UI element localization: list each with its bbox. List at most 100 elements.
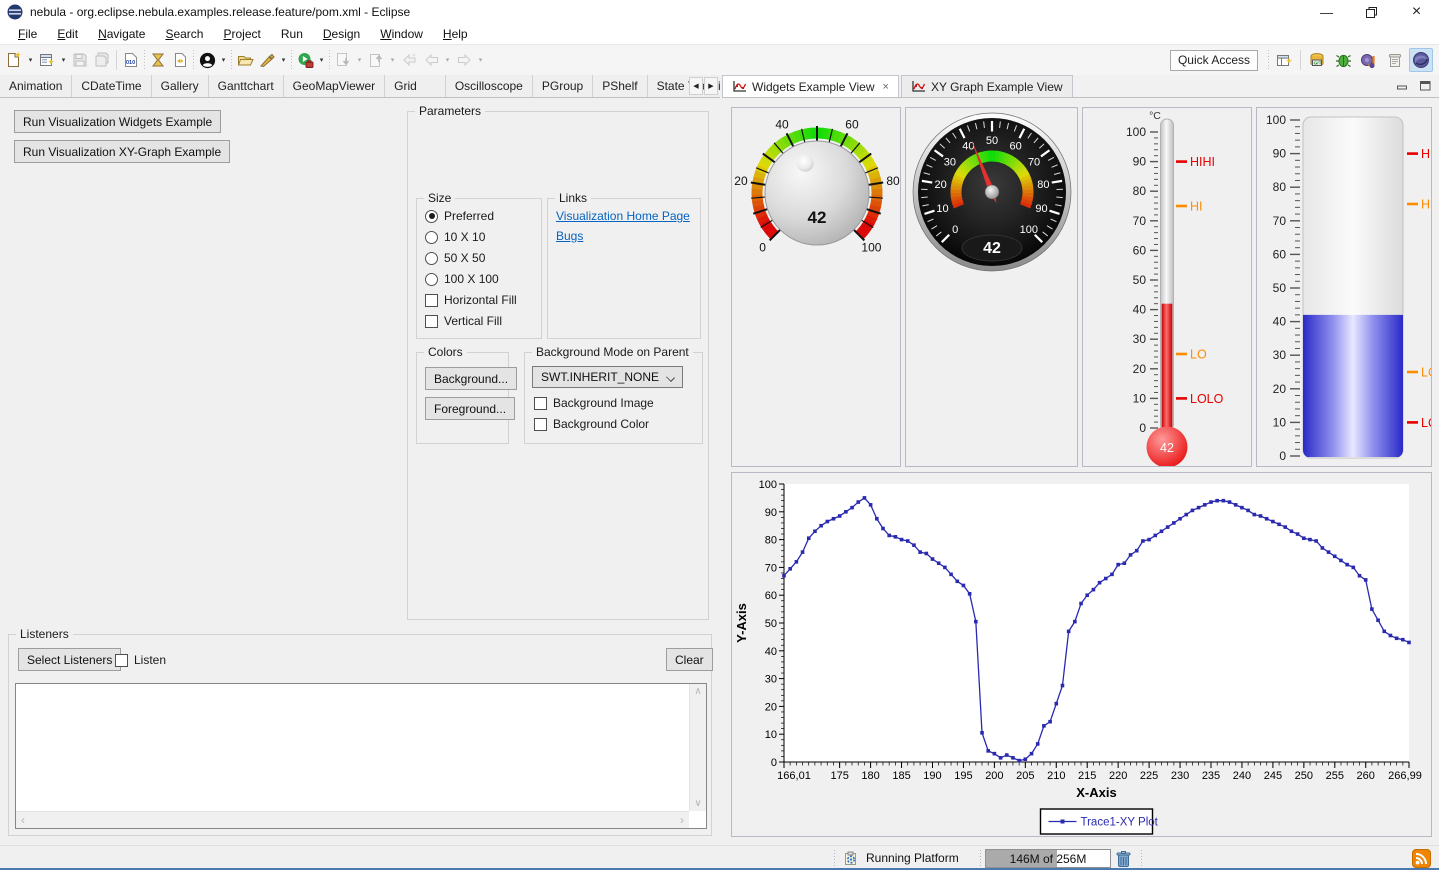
xy-graph-icon <box>732 80 747 93</box>
nebula-perspective-icon[interactable] <box>1409 48 1433 72</box>
scroll-right-icon[interactable]: › <box>680 813 684 827</box>
svg-text:0: 0 <box>759 240 766 254</box>
open-resource-icon[interactable] <box>169 49 191 71</box>
gauge-widget[interactable]: 010203040506070809010042 <box>905 107 1078 467</box>
svg-text:60: 60 <box>1133 243 1147 257</box>
bugs-link[interactable]: Bugs <box>556 229 583 243</box>
heap-label: 146M of 256M <box>986 852 1110 866</box>
menu-file[interactable]: File <box>8 26 47 43</box>
radio-preferred[interactable]: Preferred <box>425 209 494 223</box>
new-icon[interactable] <box>3 49 25 71</box>
scroll-up-icon[interactable]: ∧ <box>694 686 701 697</box>
scroll-left-icon[interactable]: ‹ <box>21 813 25 827</box>
checkbox-listen[interactable]: Listen <box>115 653 166 667</box>
checkbox-label: Horizontal Fill <box>444 293 517 307</box>
user-icon[interactable] <box>196 49 218 71</box>
svg-text:10: 10 <box>936 203 948 215</box>
svg-text:0: 0 <box>771 757 777 769</box>
titlebar: nebula - org.eclipse.nebula.examples.rel… <box>0 0 1439 24</box>
horizontal-scrollbar[interactable]: ‹› <box>16 811 689 828</box>
menu-window[interactable]: Window <box>370 26 433 43</box>
close-button[interactable]: × <box>1394 0 1439 24</box>
xy-graph-widget[interactable]: 0102030405060708090100166,01175180185190… <box>731 472 1432 837</box>
tab-pgroup[interactable]: PGroup <box>533 75 593 97</box>
open-type-icon[interactable] <box>147 49 169 71</box>
run-icon[interactable] <box>294 49 316 71</box>
quick-access-input[interactable]: Quick Access <box>1170 50 1258 71</box>
minimize-view-icon[interactable] <box>1397 80 1408 91</box>
script-perspective-icon[interactable] <box>1383 48 1407 72</box>
foreground-color-button[interactable]: Foreground... <box>425 397 515 420</box>
visualization-home-page-link[interactable]: Visualization Home Page <box>556 209 690 223</box>
parameters-group-title: Parameters <box>415 104 485 118</box>
vertical-scrollbar[interactable]: ∧∨ <box>689 684 706 811</box>
status-separator <box>1140 850 1143 867</box>
tab-oscilloscope[interactable]: Oscilloscope <box>446 75 533 97</box>
menu-design[interactable]: Design <box>313 26 370 43</box>
background-color-button[interactable]: Background... <box>425 367 517 390</box>
restore-button[interactable] <box>1349 0 1394 24</box>
radio-100x100[interactable]: 100 X 100 <box>425 272 499 286</box>
debug-perspective-icon[interactable] <box>1331 48 1355 72</box>
background-mode-dropdown[interactable]: SWT.INHERIT_NONE <box>532 366 683 388</box>
garbage-collect-icon[interactable] <box>1115 850 1132 868</box>
menu-search[interactable]: Search <box>155 26 213 43</box>
checkbox-label: Vertical Fill <box>444 314 502 328</box>
new-wizard-icon[interactable] <box>36 49 58 71</box>
eclipse-window: nebula - org.eclipse.nebula.examples.rel… <box>0 0 1439 870</box>
svg-text:HI: HI <box>1190 200 1203 214</box>
checkbox-horizontal-fill[interactable]: Horizontal Fill <box>425 293 517 307</box>
tab-gallery[interactable]: Gallery <box>152 75 209 97</box>
clear-button[interactable]: Clear <box>666 648 713 671</box>
run-xygraph-example-button[interactable]: Run Visualization XY-Graph Example <box>14 140 230 163</box>
select-listeners-button[interactable]: Select Listeners <box>18 648 121 671</box>
binary-file-icon[interactable]: 010 <box>120 49 142 71</box>
tab-xy-graph-example-view[interactable]: XY Graph Example View <box>901 75 1073 97</box>
open-folder-icon[interactable] <box>234 49 256 71</box>
view-tab-label: XY Graph Example View <box>931 80 1063 94</box>
minimize-button[interactable]: — <box>1304 0 1349 24</box>
checkbox-vertical-fill[interactable]: Vertical Fill <box>425 314 502 328</box>
notifications-icon[interactable] <box>1412 849 1431 868</box>
tab-pshelf[interactable]: PShelf <box>593 75 647 97</box>
svg-text:Y-Axis: Y-Axis <box>734 603 749 643</box>
run-widgets-example-button[interactable]: Run Visualization Widgets Example <box>14 110 221 133</box>
radio-10x10[interactable]: 10 X 10 <box>425 230 485 244</box>
radio-50x50[interactable]: 50 X 50 <box>425 251 485 265</box>
toolbar-separator <box>1267 50 1270 70</box>
java-perspective-icon[interactable] <box>1357 48 1381 72</box>
scroll-down-icon[interactable]: ∨ <box>694 798 701 809</box>
toolbar-separator <box>116 50 117 70</box>
tab-grid[interactable]: Grid <box>385 75 446 97</box>
tab-animation[interactable]: Animation <box>0 75 72 97</box>
listener-log-textarea[interactable]: ∧∨ ‹› <box>15 683 707 829</box>
save-all-icon <box>91 49 113 71</box>
checkbox-background-color[interactable]: Background Color <box>534 417 649 431</box>
tab-scroll-right-icon[interactable]: ▶ <box>704 77 718 95</box>
maximize-view-icon[interactable] <box>1420 80 1431 91</box>
menu-navigate[interactable]: Navigate <box>88 26 155 43</box>
menu-project[interactable]: Project <box>213 26 270 43</box>
user-dropdown-icon[interactable]: ▾ <box>218 49 229 71</box>
tab-geomapviewer[interactable]: GeoMapViewer <box>284 75 386 97</box>
tab-widgets-example-view[interactable]: Widgets Example View × <box>722 75 899 97</box>
close-tab-icon[interactable]: × <box>883 81 889 93</box>
git-perspective-icon[interactable]: GIT <box>1305 48 1329 72</box>
menu-edit[interactable]: Edit <box>47 26 88 43</box>
checkbox-background-image[interactable]: Background Image <box>534 396 654 410</box>
highlight-icon[interactable] <box>256 49 278 71</box>
run-dropdown-icon[interactable]: ▾ <box>316 49 327 71</box>
tab-scroll-left-icon[interactable]: ◀ <box>689 77 703 95</box>
svg-text:LO: LO <box>1421 366 1431 380</box>
knob-widget[interactable]: 02040608010042 <box>731 107 901 467</box>
new-wizard-dropdown-icon[interactable]: ▾ <box>58 49 69 71</box>
tab-cdatetime[interactable]: CDateTime <box>72 75 151 97</box>
open-perspective-icon[interactable] <box>1272 48 1296 72</box>
highlight-dropdown-icon[interactable]: ▾ <box>278 49 289 71</box>
tab-ganttchart[interactable]: Ganttchart <box>209 75 284 97</box>
new-dropdown-icon[interactable]: ▾ <box>25 49 36 71</box>
menu-help[interactable]: Help <box>433 26 478 43</box>
svg-text:100: 100 <box>1266 113 1286 127</box>
radio-icon <box>425 210 438 223</box>
menu-run[interactable]: Run <box>271 26 313 43</box>
